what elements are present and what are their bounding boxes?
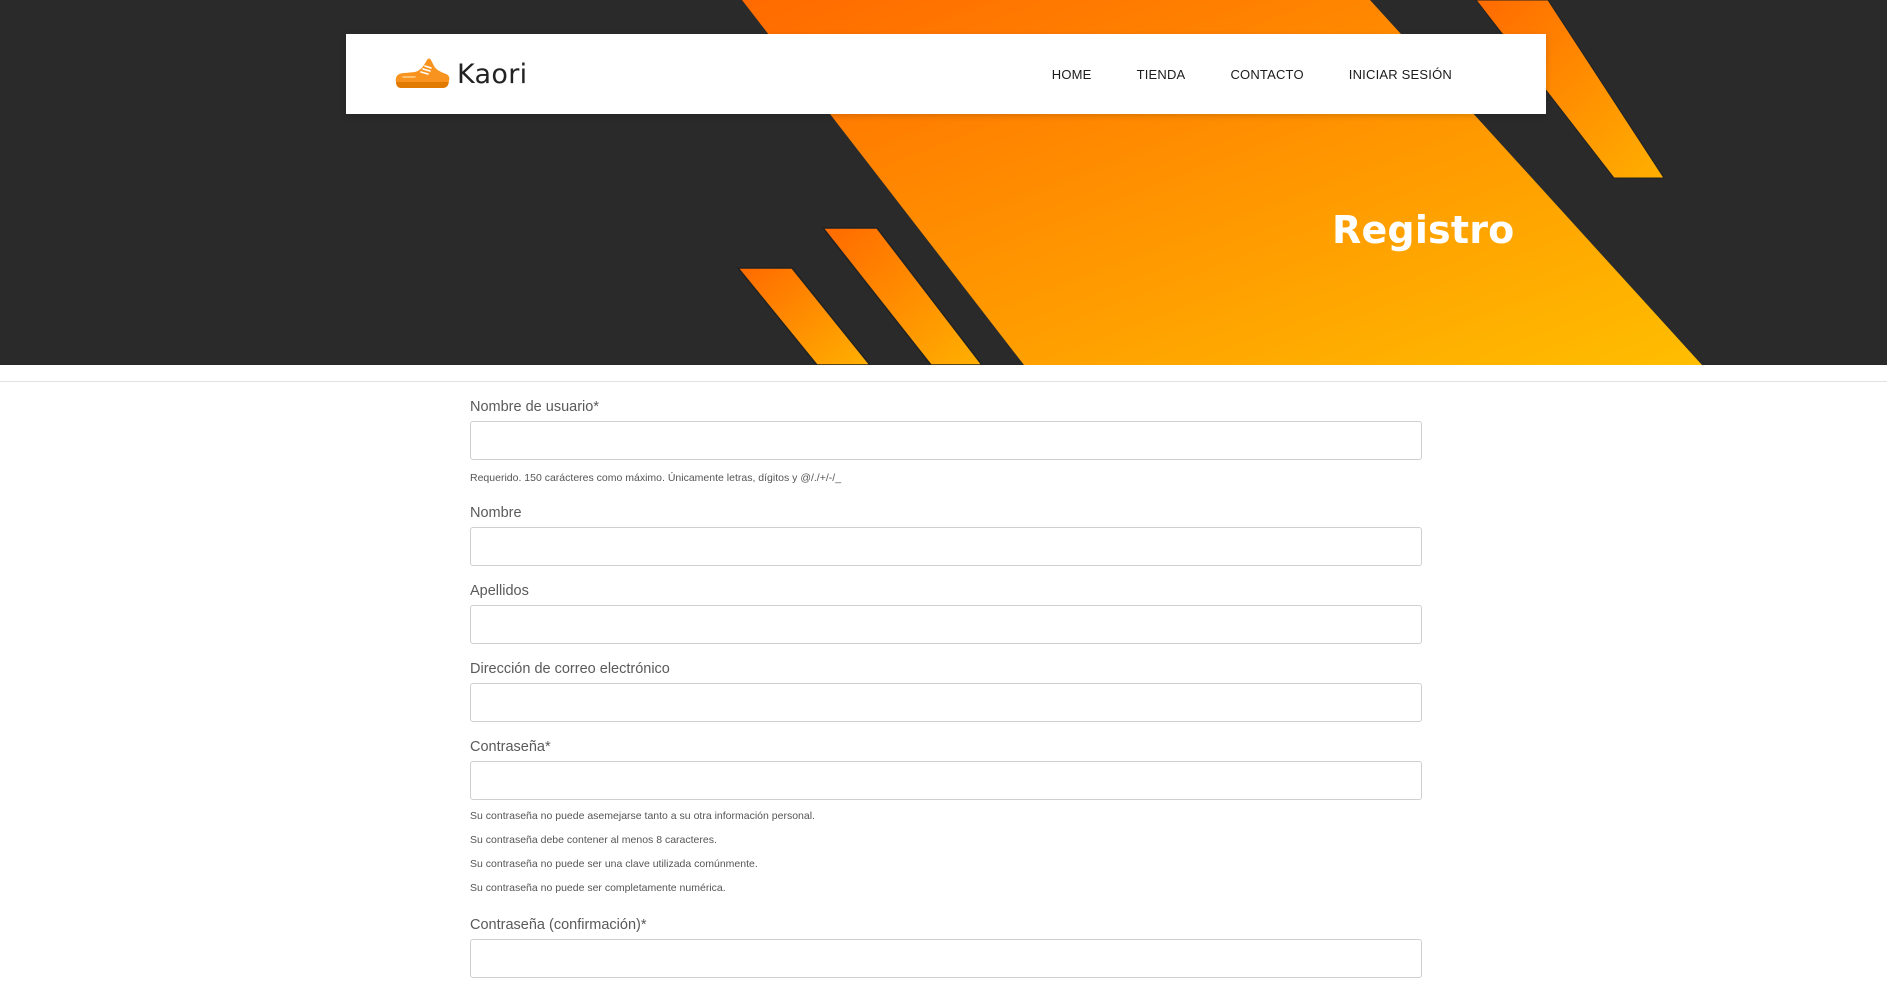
email-group: Dirección de correo electrónico bbox=[470, 658, 1422, 722]
main-nav: HOME TIENDA CONTACTO INICIAR SESIÓN bbox=[1052, 34, 1452, 114]
first-name-label: Nombre bbox=[470, 505, 522, 521]
email-label: Dirección de correo electrónico bbox=[470, 661, 670, 677]
password-help-item: Su contraseña no puede ser una clave uti… bbox=[470, 858, 758, 870]
nav-contacto[interactable]: CONTACTO bbox=[1230, 67, 1303, 82]
username-input[interactable] bbox=[470, 421, 1422, 460]
brand-name: Kaori bbox=[457, 58, 528, 90]
last-name-label: Apellidos bbox=[470, 583, 529, 599]
password-help-item: Su contraseña debe contener al menos 8 c… bbox=[470, 834, 717, 846]
page-title: Registro bbox=[1332, 208, 1515, 252]
first-name-input[interactable] bbox=[470, 527, 1422, 566]
nav-iniciar-sesion[interactable]: INICIAR SESIÓN bbox=[1349, 67, 1452, 82]
password-help-item: Su contraseña no puede ser completamente… bbox=[470, 882, 726, 894]
password-confirm-input[interactable] bbox=[470, 939, 1422, 978]
email-field[interactable] bbox=[470, 683, 1422, 722]
password-confirm-group: Contraseña (confirmación)* bbox=[470, 914, 1422, 978]
password-input[interactable] bbox=[470, 761, 1422, 800]
username-help: Requerido. 150 carácteres como máximo. Ú… bbox=[470, 472, 842, 484]
nav-tienda[interactable]: TIENDA bbox=[1137, 67, 1186, 82]
last-name-group: Apellidos bbox=[470, 580, 1422, 644]
brand-logo[interactable]: Kaori bbox=[393, 54, 527, 94]
username-label: Nombre de usuario* bbox=[470, 399, 599, 415]
section-divider bbox=[0, 381, 1887, 382]
password-confirm-label: Contraseña (confirmación)* bbox=[470, 917, 647, 933]
username-group: Nombre de usuario* Requerido. 150 caráct… bbox=[470, 396, 1422, 490]
hero-stripe-left-2 bbox=[736, 267, 871, 365]
password-help-list: Su contraseña no puede asemejarse tanto … bbox=[470, 804, 1422, 900]
password-label: Contraseña* bbox=[470, 739, 551, 755]
password-group: Contraseña* Su contraseña no puede aseme… bbox=[470, 736, 1422, 900]
sneaker-icon bbox=[395, 58, 450, 88]
first-name-group: Nombre bbox=[470, 502, 1422, 566]
top-navbar: Kaori HOME TIENDA CONTACTO INICIAR SESIÓ… bbox=[346, 34, 1546, 114]
password-help-item: Su contraseña no puede asemejarse tanto … bbox=[470, 810, 815, 822]
nav-home[interactable]: HOME bbox=[1052, 67, 1092, 82]
last-name-input[interactable] bbox=[470, 605, 1422, 644]
